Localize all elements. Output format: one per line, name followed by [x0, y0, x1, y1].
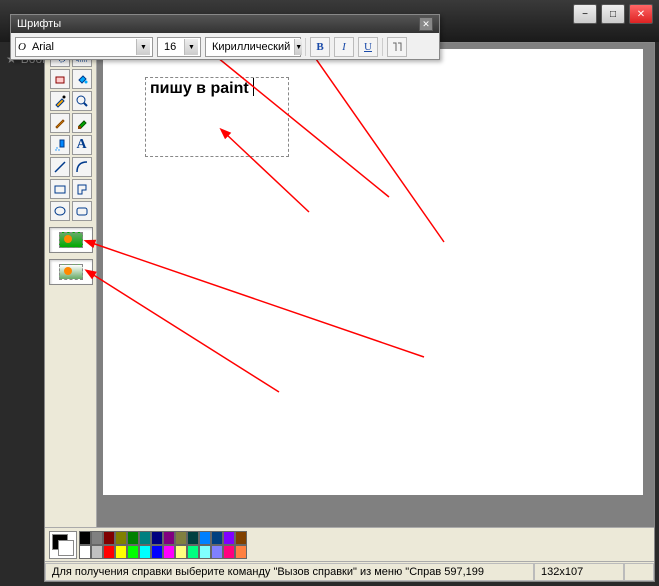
color-swatch[interactable]	[103, 531, 115, 545]
underline-button[interactable]: U	[358, 37, 378, 57]
canvas[interactable]: пишу в paint	[103, 49, 643, 495]
font-toolbar-title: Шрифты	[17, 18, 61, 30]
status-dimensions: 132x107	[534, 563, 624, 581]
color-swatch[interactable]	[79, 531, 91, 545]
color-swatch[interactable]	[187, 531, 199, 545]
ellipse-tool[interactable]	[50, 201, 70, 221]
font-family-select[interactable]: O Arial ▼	[15, 37, 153, 57]
font-toolbar-titlebar[interactable]: Шрифты ✕	[11, 15, 439, 33]
color-swatch[interactable]	[115, 545, 127, 559]
color-swatch[interactable]	[223, 545, 235, 559]
close-button[interactable]: ✕	[629, 4, 653, 24]
tool-palette: A	[45, 43, 97, 527]
text-tool[interactable]: A	[72, 135, 92, 155]
color-swatch[interactable]	[115, 531, 127, 545]
picker-tool[interactable]	[50, 91, 70, 111]
text-edit-box[interactable]: пишу в paint	[145, 77, 289, 157]
font-script-select[interactable]: Кириллический ▼	[205, 37, 301, 57]
canvas-viewport: пишу в paint	[97, 43, 654, 527]
color-swatch[interactable]	[151, 545, 163, 559]
color-swatch[interactable]	[127, 531, 139, 545]
airbrush-tool[interactable]	[50, 135, 70, 155]
pencil-tool[interactable]	[50, 113, 70, 133]
color-swatch[interactable]	[163, 531, 175, 545]
color-swatch[interactable]	[151, 531, 163, 545]
font-family-value: Arial	[28, 41, 136, 53]
color-swatch[interactable]	[127, 545, 139, 559]
font-size-value: 16	[160, 41, 184, 53]
paint-window: A пишу	[44, 42, 655, 582]
bold-button[interactable]: B	[310, 37, 330, 57]
font-type-icon: O	[18, 41, 26, 53]
color-swatch[interactable]	[91, 545, 103, 559]
status-bar: Для получения справки выберите команду "…	[45, 561, 654, 581]
status-blank	[624, 563, 654, 581]
chevron-down-icon: ▼	[136, 39, 150, 55]
color-swatch[interactable]	[199, 531, 211, 545]
color-swatch[interactable]	[139, 545, 151, 559]
foreground-background-swatch[interactable]	[49, 531, 77, 559]
line-tool[interactable]	[50, 157, 70, 177]
color-swatch[interactable]	[175, 545, 187, 559]
italic-button[interactable]: I	[334, 37, 354, 57]
chevron-down-icon: ▼	[184, 39, 198, 55]
fill-tool[interactable]	[72, 69, 92, 89]
color-swatch[interactable]	[175, 531, 187, 545]
eraser-tool[interactable]	[50, 69, 70, 89]
text-direction-button[interactable]	[387, 37, 407, 57]
font-size-select[interactable]: 16 ▼	[157, 37, 201, 57]
color-swatch[interactable]	[235, 531, 247, 545]
minimize-button[interactable]: −	[573, 4, 597, 24]
color-swatch[interactable]	[139, 531, 151, 545]
maximize-button[interactable]: □	[601, 4, 625, 24]
status-help-text: Для получения справки выберите команду "…	[45, 563, 534, 581]
text-cursor	[253, 78, 254, 96]
brush-tool[interactable]	[72, 113, 92, 133]
color-swatch[interactable]	[163, 545, 175, 559]
magnifier-tool[interactable]	[72, 91, 92, 111]
color-swatch[interactable]	[103, 545, 115, 559]
color-palette	[45, 527, 654, 561]
color-swatch[interactable]	[223, 531, 235, 545]
canvas-text: пишу в paint	[146, 78, 253, 99]
font-script-value: Кириллический	[208, 41, 294, 53]
chevron-down-icon: ▼	[294, 39, 302, 55]
color-swatch[interactable]	[79, 545, 91, 559]
color-swatch[interactable]	[187, 545, 199, 559]
text-opaque-option[interactable]	[49, 227, 93, 253]
font-toolbar-close[interactable]: ✕	[419, 17, 433, 31]
rounded-rect-tool[interactable]	[72, 201, 92, 221]
font-toolbar: Шрифты ✕ O Arial ▼ 16 ▼ Кириллический ▼ …	[10, 14, 440, 60]
color-swatch[interactable]	[235, 545, 247, 559]
color-swatch[interactable]	[91, 531, 103, 545]
curve-tool[interactable]	[72, 157, 92, 177]
rectangle-tool[interactable]	[50, 179, 70, 199]
polygon-tool[interactable]	[72, 179, 92, 199]
text-transparent-option[interactable]	[49, 259, 93, 285]
color-swatch[interactable]	[211, 531, 223, 545]
color-swatch[interactable]	[211, 545, 223, 559]
color-swatch[interactable]	[199, 545, 211, 559]
